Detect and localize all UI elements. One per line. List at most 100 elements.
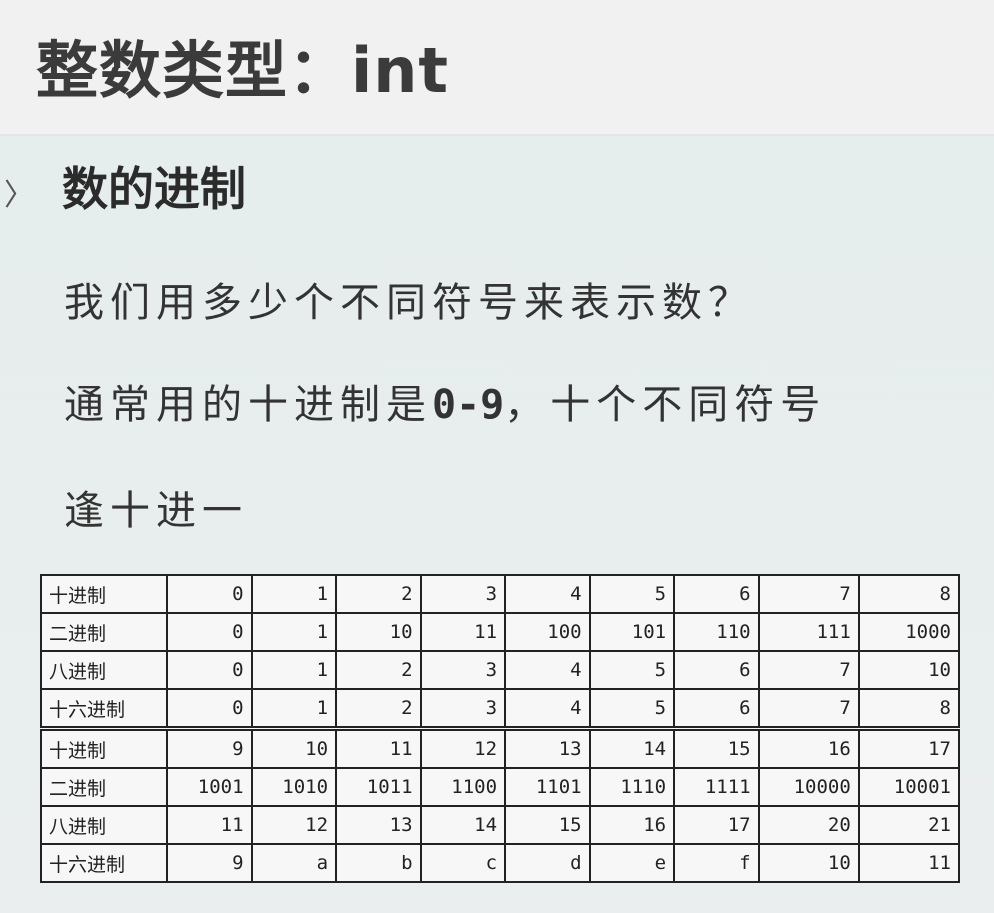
table-cell: 4 bbox=[504, 574, 591, 614]
table-cell: c bbox=[419, 843, 507, 883]
table-cell: 7 bbox=[757, 650, 860, 690]
table-row: 八进制 0 1 2 3 4 5 6 7 10 bbox=[40, 650, 961, 690]
row-label: 十进制 bbox=[40, 726, 168, 769]
table-cell: b bbox=[335, 843, 422, 883]
chevron-right-icon: 〉 bbox=[4, 178, 34, 213]
table-cell: 15 bbox=[504, 805, 591, 845]
table-cell: 3 bbox=[419, 650, 507, 690]
table-cell: 3 bbox=[419, 688, 507, 730]
table-cell: 2 bbox=[335, 650, 422, 690]
table-row: 八进制 11 12 13 14 15 16 17 20 21 bbox=[40, 805, 961, 845]
table-cell: 7 bbox=[757, 688, 860, 730]
table-cell: 8 bbox=[857, 688, 961, 730]
table-cell: e bbox=[588, 843, 676, 883]
table-cell: 1001 bbox=[166, 767, 253, 807]
table-cell: 13 bbox=[335, 805, 422, 845]
table-cell: 10 bbox=[857, 650, 961, 690]
slide-title: 整数类型：int bbox=[36, 34, 450, 107]
table-cell: 0 bbox=[166, 574, 253, 614]
text-line-part: 通常用的十进制是 bbox=[64, 382, 432, 428]
table-row: 十六进制 9 a b c d e f 10 11 bbox=[40, 843, 961, 883]
table-cell: 1 bbox=[250, 612, 338, 652]
table-cell: 12 bbox=[419, 726, 507, 769]
table-cell: 10001 bbox=[857, 767, 961, 807]
table-cell: 1011 bbox=[335, 767, 422, 807]
table-cell: a bbox=[250, 843, 338, 883]
radix-table: 十进制 0 1 2 3 4 5 6 7 8 二进制 0 1 10 11 100 101 110 111 1000 八进制… bbox=[40, 574, 961, 883]
text-line-question: 我们用多少个不同符号来表示数？ bbox=[64, 270, 754, 328]
table-cell: 16 bbox=[588, 805, 676, 845]
title-bar: 整数类型：int bbox=[0, 0, 994, 136]
table-cell: 0 bbox=[166, 650, 253, 690]
table-cell: 1000 bbox=[857, 612, 961, 652]
table-cell: 10000 bbox=[757, 767, 860, 807]
table-row: 十进制 9 10 11 12 13 14 15 16 17 bbox=[40, 726, 961, 769]
text-line-bold: 0-9 bbox=[432, 382, 505, 428]
table-cell: 11 bbox=[166, 805, 253, 845]
row-label: 十六进制 bbox=[40, 843, 168, 883]
text-line-part: ，十个不同符号 bbox=[504, 382, 827, 428]
table-cell: 5 bbox=[588, 688, 676, 730]
table-cell: 2 bbox=[335, 574, 422, 614]
text-line-part: 逢十进一 bbox=[64, 488, 248, 534]
table-cell: 17 bbox=[673, 805, 760, 845]
table-row: 二进制 1001 1010 1011 1100 1101 1110 1111 10000 1000… bbox=[40, 767, 961, 807]
text-line-decimal: 通常用的十进制是0-9，十个不同符号 bbox=[64, 372, 826, 430]
table-cell: 10 bbox=[250, 726, 338, 769]
table-cell: 3 bbox=[419, 574, 507, 614]
table-cell: 0 bbox=[166, 688, 253, 730]
table-cell: 0 bbox=[166, 612, 253, 652]
table-row: 二进制 0 1 10 11 100 101 110 111 1000 bbox=[40, 612, 961, 652]
table-cell: 4 bbox=[504, 650, 591, 690]
table-cell: f bbox=[673, 843, 760, 883]
table-cell: 1 bbox=[250, 688, 338, 730]
row-label: 二进制 bbox=[40, 612, 168, 652]
table-cell: 12 bbox=[250, 805, 338, 845]
table-cell: 2 bbox=[335, 688, 422, 730]
table-cell: d bbox=[504, 843, 591, 883]
table-cell: 11 bbox=[419, 612, 507, 652]
row-label: 八进制 bbox=[40, 805, 168, 845]
table-cell: 1010 bbox=[250, 767, 338, 807]
table-cell: 6 bbox=[673, 650, 760, 690]
table-cell: 101 bbox=[588, 612, 676, 652]
table-cell: 6 bbox=[673, 688, 760, 730]
table-cell: 1111 bbox=[673, 767, 760, 807]
row-label: 八进制 bbox=[40, 650, 168, 690]
table-cell: 4 bbox=[504, 688, 591, 730]
table-cell: 100 bbox=[504, 612, 591, 652]
table-cell: 9 bbox=[166, 843, 253, 883]
table-cell: 1100 bbox=[419, 767, 507, 807]
table-cell: 1110 bbox=[588, 767, 676, 807]
table-cell: 11 bbox=[857, 843, 961, 883]
table-cell: 14 bbox=[588, 726, 676, 769]
table-cell: 10 bbox=[757, 843, 860, 883]
table-cell: 1 bbox=[250, 574, 338, 614]
table-cell: 8 bbox=[857, 574, 961, 614]
table-cell: 21 bbox=[857, 805, 961, 845]
table-cell: 5 bbox=[588, 574, 676, 614]
row-label: 十六进制 bbox=[40, 688, 168, 730]
table-cell: 1101 bbox=[504, 767, 591, 807]
table-cell: 7 bbox=[757, 574, 860, 614]
table-cell: 9 bbox=[166, 726, 253, 769]
table-cell: 111 bbox=[757, 612, 860, 652]
table-cell: 13 bbox=[504, 726, 591, 769]
table-cell: 11 bbox=[335, 726, 422, 769]
table-cell: 16 bbox=[757, 726, 860, 769]
table-cell: 14 bbox=[419, 805, 507, 845]
table-row: 十进制 0 1 2 3 4 5 6 7 8 bbox=[40, 574, 961, 614]
table-cell: 17 bbox=[857, 726, 961, 769]
table-cell: 1 bbox=[250, 650, 338, 690]
row-label: 二进制 bbox=[40, 767, 168, 807]
section-heading: 数的进制 bbox=[62, 162, 246, 216]
table-cell: 10 bbox=[335, 612, 422, 652]
table-cell: 20 bbox=[757, 805, 860, 845]
text-line-carry: 逢十进一 bbox=[64, 478, 248, 536]
table-cell: 110 bbox=[673, 612, 760, 652]
table-cell: 6 bbox=[673, 574, 760, 614]
table-cell: 15 bbox=[673, 726, 760, 769]
row-label: 十进制 bbox=[40, 574, 168, 614]
table-row: 十六进制 0 1 2 3 4 5 6 7 8 bbox=[40, 688, 961, 730]
text-line-part: 我们用多少个不同符号来表示数？ bbox=[64, 280, 754, 326]
